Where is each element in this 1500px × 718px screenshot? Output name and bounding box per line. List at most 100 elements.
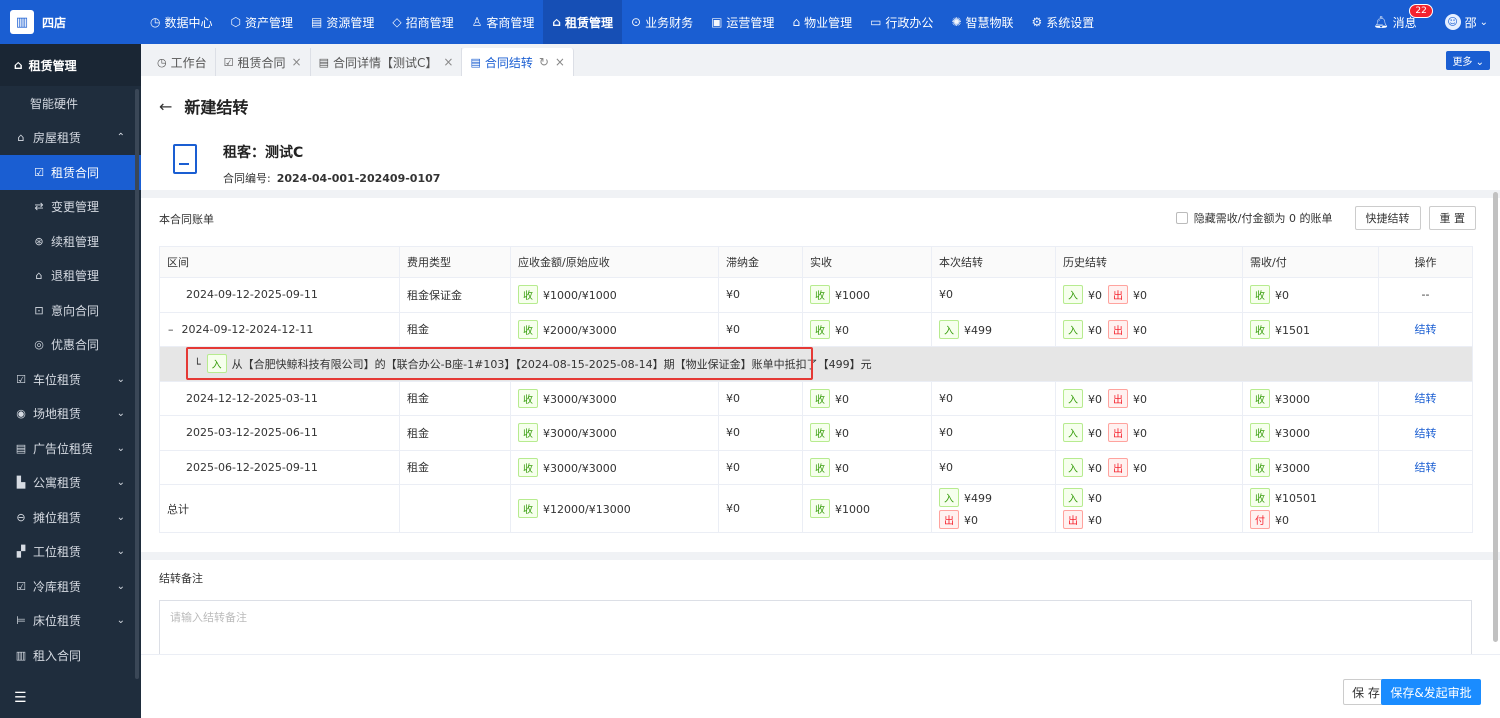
nav-item-9[interactable]: ▭ 行政办公 [861, 0, 942, 44]
collapse-toggle-icon[interactable]: – [168, 323, 174, 336]
sidebar-item-8[interactable]: ☑ 车位租赁 ⌄ [0, 362, 141, 397]
back-arrow-icon[interactable]: ← [159, 97, 172, 116]
transfer-link[interactable]: 结转 [1378, 449, 1473, 485]
action-cell: -- [1378, 277, 1473, 313]
nav-item-2[interactable]: ▤ 资源管理 [302, 0, 383, 44]
fee-type-cell: 租金保证金 [399, 277, 511, 313]
close-icon[interactable]: × [555, 55, 565, 69]
sidebar-item-14[interactable]: ☑ 冷库租赁 ⌄ [0, 569, 141, 604]
tab-label: 租赁合同 [237, 55, 286, 70]
column-header: 费用类型 [399, 246, 511, 278]
tag-receive: 收 [1250, 319, 1270, 339]
tab-1[interactable]: ☑ 租赁合同 × [216, 48, 311, 76]
close-icon[interactable]: × [443, 55, 453, 69]
table-row: 2024-12-12-2025-03-11 租金收 ¥3000/¥3000 ¥0 收 ¥0… [159, 380, 1473, 416]
tenant-name: 租客：测试C [223, 145, 304, 161]
nav-item-11[interactable]: ⚙ 系统设置 [1023, 0, 1104, 44]
table-cell: 收 ¥3000/¥3000 [510, 449, 719, 485]
sidebar-item-0[interactable]: 智能硬件 [0, 86, 141, 121]
sidebar-item-label: 床位租赁 [33, 614, 82, 629]
nav-item-0[interactable]: ◷ 数据中心 [141, 0, 222, 44]
table-cell: 收 ¥12000/¥13000 [510, 484, 719, 533]
column-header: 滞纳金 [718, 246, 803, 278]
transfer-link[interactable]: 结转 [1378, 415, 1473, 451]
sidebar-item-16[interactable]: ▥ 租入合同 [0, 638, 141, 673]
user-name: 邵 [1464, 15, 1477, 30]
cell-value: ¥3000/¥3000 [543, 427, 617, 441]
nav-item-3[interactable]: ◇ 招商管理 [383, 0, 462, 44]
main-scrollbar[interactable] [1493, 192, 1498, 642]
sidebar-item-5[interactable]: ⌂ 退租管理 [0, 259, 141, 294]
table-cell: 收 ¥0 [802, 415, 932, 451]
collapse-menu-icon[interactable]: ☰ [14, 690, 27, 706]
table-cell [399, 484, 511, 533]
nav-label: 客商管理 [486, 15, 535, 30]
sidebar-item-13[interactable]: ▞ 工位租赁 ⌄ [0, 535, 141, 570]
nav-icon: ⌂ [792, 15, 801, 29]
sidebar-item-1[interactable]: ⌂ 房屋租赁 ⌃ [0, 121, 141, 156]
cell-value: ¥1000 [835, 289, 870, 303]
sidebar-item-icon: ⊛ [34, 234, 44, 248]
close-icon[interactable]: × [292, 55, 302, 69]
sidebar-scrollbar[interactable] [135, 89, 139, 679]
remark-textarea[interactable]: 请输入结转备注 [159, 600, 1472, 654]
sidebar-item-label: 工位租赁 [33, 545, 82, 560]
nav-item-10[interactable]: ✺ 智慧物联 [942, 0, 1022, 44]
nav-label: 业务财务 [645, 15, 694, 30]
nav-item-4[interactable]: ♙ 客商管理 [463, 0, 544, 44]
table-cell: 收 ¥10501 付 ¥0 [1242, 484, 1379, 533]
reset-button[interactable]: 重 置 [1428, 206, 1476, 230]
nav-item-7[interactable]: ▣ 运营管理 [702, 0, 783, 44]
messages-button[interactable]: 🔔︎ 消息 22 [1373, 3, 1433, 31]
sidebar-item-10[interactable]: ▤ 广告位租赁 ⌄ [0, 431, 141, 466]
nav-item-1[interactable]: ⬡ 资产管理 [222, 0, 303, 44]
tag-receive: 收 [518, 285, 538, 305]
sidebar-item-3[interactable]: ⇄ 变更管理 [0, 190, 141, 225]
period-cell: 2024-09-12-2025-09-11 [159, 277, 400, 313]
table-row: –2024-09-12-2024-12-11 租金收 ¥2000/¥3000 ¥0 收 ¥… [159, 311, 1473, 347]
total-row: 总计 收 ¥12000/¥13000 ¥0 收 ¥1000 入 ¥499 出 ¥0 入 ¥0 出 ¥0 收 ¥… [159, 484, 1473, 533]
more-tabs-button[interactable]: 更多 ⌄ [1446, 51, 1490, 70]
save-and-submit-button[interactable]: 保存&发起审批 [1381, 679, 1481, 705]
table-cell: 入 ¥0 出 ¥0 [1055, 484, 1243, 533]
nav-item-8[interactable]: ⌂ 物业管理 [783, 0, 861, 44]
cell-value: ¥0 [1088, 323, 1102, 337]
sidebar-item-label: 租赁合同 [51, 165, 100, 180]
period-value: 2024-09-12-2024-12-11 [181, 322, 314, 336]
user-menu[interactable]: ☺ 邵 ⌄ [1444, 14, 1488, 31]
nav-icon: ⚙ [1031, 15, 1043, 29]
sidebar-item-15[interactable]: ⊨ 床位租赁 ⌄ [0, 604, 141, 639]
sidebar-item-label: 智能硬件 [30, 96, 79, 111]
transfer-link[interactable]: 结转 [1378, 311, 1473, 347]
quick-transfer-button[interactable]: 快捷结转 [1354, 206, 1421, 230]
tab-3[interactable]: ▤ 合同结转 ↻ × [462, 48, 574, 76]
cell-value: ¥0 [1133, 461, 1147, 475]
tab-2[interactable]: ▤ 合同详情【测试C】 × [311, 48, 463, 76]
fee-type-cell: 租金 [399, 380, 511, 416]
sidebar-item-label: 公寓租赁 [33, 476, 82, 491]
refresh-icon[interactable]: ↻ [539, 55, 549, 69]
chevron-icon: ⌄ [116, 373, 125, 385]
cell-value: ¥0 [1088, 427, 1102, 441]
tag-out: 出 [1108, 388, 1128, 408]
nav-item-5[interactable]: ⌂ 租赁管理 [543, 0, 622, 44]
nav-item-6[interactable]: ⊙ 业务财务 [622, 0, 702, 44]
sidebar-item-6[interactable]: ⊡ 意向合同 [0, 293, 141, 328]
hide-zero-checkbox[interactable] [1175, 212, 1188, 224]
sidebar-item-12[interactable]: ⊖ 摊位租赁 ⌄ [0, 500, 141, 535]
sidebar-item-4[interactable]: ⊛ 续租管理 [0, 224, 141, 259]
sidebar-item-2[interactable]: ☑ 租赁合同 [0, 155, 141, 190]
nav-label: 物业管理 [804, 15, 853, 30]
sidebar-item-icon: ▤ [15, 441, 27, 455]
sidebar-item-7[interactable]: ◎ 优惠合同 [0, 328, 141, 363]
transfer-link[interactable]: 结转 [1378, 380, 1473, 416]
column-header: 需收/付 [1242, 246, 1379, 278]
sidebar-item-icon: ⊨ [16, 614, 26, 628]
tab-0[interactable]: ◷ 工作台 [149, 48, 216, 76]
bills-table: 区间 费用类型 应收金额/原始应收 滞纳金 实收 本次结转 历史结转 需收/付 操作 2024-… [159, 246, 1473, 533]
sidebar-item-11[interactable]: ▙ 公寓租赁 ⌄ [0, 466, 141, 501]
tag-out: 出 [1108, 285, 1128, 305]
logo[interactable]: ▥ 四店 [0, 0, 141, 44]
sidebar-item-9[interactable]: ◉ 场地租赁 ⌄ [0, 397, 141, 432]
transfer-detail-text: 从【合肥快鲸科技有限公司】的【联合办公-B座-1#103】【2024-08-15… [231, 358, 872, 372]
